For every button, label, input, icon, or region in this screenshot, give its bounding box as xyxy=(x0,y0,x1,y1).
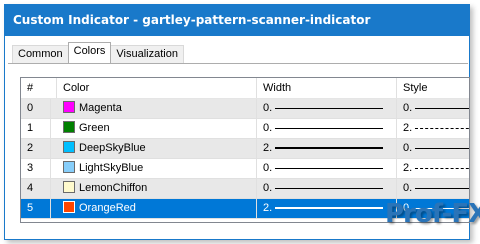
color-cell[interactable]: OrangeRed xyxy=(57,199,257,218)
color-swatch[interactable] xyxy=(63,141,75,153)
watermark-text: Prof-FX xyxy=(385,199,480,229)
prof-fx-watermark-logo: Prof-FX xyxy=(355,190,480,240)
column-header-style[interactable]: Style xyxy=(397,78,469,98)
color-swatch[interactable] xyxy=(63,181,75,193)
column-header-number[interactable]: # xyxy=(21,78,57,98)
color-cell[interactable]: Green xyxy=(57,119,257,138)
column-header-color[interactable]: Color xyxy=(57,78,257,98)
color-name: LemonChiffon xyxy=(79,182,148,194)
width-line-preview xyxy=(275,168,383,169)
row-index: 1 xyxy=(21,119,51,138)
width-value: 0. xyxy=(263,122,273,134)
width-line-preview xyxy=(275,147,383,149)
width-value: 2. xyxy=(263,202,273,214)
width-line-preview xyxy=(275,188,383,189)
width-cell[interactable]: 0. xyxy=(257,119,397,138)
color-cell[interactable]: Magenta xyxy=(57,99,257,118)
width-value: 0. xyxy=(263,102,273,114)
grid-header: # Color Width Style xyxy=(21,78,469,99)
style-value: 0. xyxy=(403,142,413,154)
color-name: Magenta xyxy=(79,102,122,114)
width-cell[interactable]: 0. xyxy=(257,99,397,118)
color-name: LightSkyBlue xyxy=(79,162,144,174)
tab-colors[interactable]: Colors xyxy=(67,42,112,63)
row-index: 3 xyxy=(21,159,51,178)
row-index: 5 xyxy=(21,199,51,218)
style-line-preview xyxy=(415,188,469,189)
style-value: 0. xyxy=(403,102,413,114)
style-line-preview xyxy=(415,108,469,109)
tab-common[interactable]: Common xyxy=(12,45,69,63)
row-index: 2 xyxy=(21,139,51,158)
color-swatch[interactable] xyxy=(63,121,75,133)
grid-row[interactable]: 1 Green 0. 2. xyxy=(21,119,469,139)
row-index: 4 xyxy=(21,179,51,198)
grid-row[interactable]: 3 LightSkyBlue 0. 2. xyxy=(21,159,469,179)
style-line-preview xyxy=(415,168,469,169)
width-value: 0. xyxy=(263,162,273,174)
color-cell[interactable]: DeepSkyBlue xyxy=(57,139,257,158)
grid-row[interactable]: 0 Magenta 0. 0. xyxy=(21,99,469,119)
row-index: 0 xyxy=(21,99,51,118)
color-cell[interactable]: LemonChiffon xyxy=(57,179,257,198)
grid-row[interactable]: 2 DeepSkyBlue 2. 0. xyxy=(21,139,469,159)
dialog-title: Custom Indicator - gartley-pattern-scann… xyxy=(13,13,371,27)
width-value: 2. xyxy=(263,142,273,154)
width-cell[interactable]: 2. xyxy=(257,139,397,158)
style-cell[interactable]: 2. xyxy=(397,119,469,138)
title-bar[interactable]: Custom Indicator - gartley-pattern-scann… xyxy=(5,5,469,36)
column-header-width[interactable]: Width xyxy=(257,78,397,98)
color-swatch[interactable] xyxy=(63,101,75,113)
color-cell[interactable]: LightSkyBlue xyxy=(57,159,257,178)
color-name: OrangeRed xyxy=(79,202,136,214)
color-name: DeepSkyBlue xyxy=(79,142,146,154)
tab-visualization[interactable]: Visualization xyxy=(110,45,184,63)
width-cell[interactable]: 0. xyxy=(257,159,397,178)
width-line-preview xyxy=(275,128,383,129)
color-swatch[interactable] xyxy=(63,201,75,213)
style-cell[interactable]: 0. xyxy=(397,99,469,118)
width-value: 0. xyxy=(263,182,273,194)
style-value: 2. xyxy=(403,122,413,134)
style-cell[interactable]: 2. xyxy=(397,159,469,178)
style-line-preview xyxy=(415,148,469,149)
width-line-preview xyxy=(275,108,383,109)
style-line-preview xyxy=(415,128,469,129)
color-name: Green xyxy=(79,122,110,134)
style-value: 2. xyxy=(403,162,413,174)
tab-strip: Common Colors Visualization xyxy=(12,42,184,63)
color-swatch[interactable] xyxy=(63,161,75,173)
style-cell[interactable]: 0. xyxy=(397,139,469,158)
